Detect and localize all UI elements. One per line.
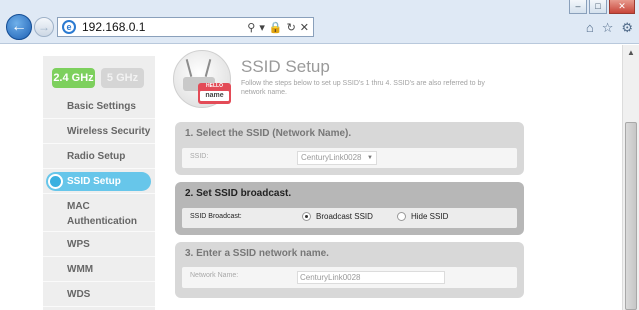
- sidebar-item-radio-setup[interactable]: Radio Setup: [43, 144, 155, 169]
- field-label: Network Name:: [190, 272, 239, 279]
- section-heading: 2. Set SSID broadcast.: [185, 188, 292, 199]
- forward-button[interactable]: →: [34, 17, 54, 37]
- browser-toolbar: – □ ✕ ← → e 192.168.0.1 ⚲ ▾ 🔒 ↻ ✕ ⌂ ☆ ⚙: [0, 0, 639, 44]
- hide-ssid-radio[interactable]: Hide SSID: [397, 212, 448, 221]
- sidebar-item-label: MAC Authentication: [67, 201, 137, 227]
- sidebar: 2.4 GHz 5 GHz Basic Settings Wireless Se…: [43, 56, 155, 310]
- page-subtitle: Follow the steps below to set up SSID's …: [241, 80, 485, 96]
- dropdown-icon[interactable]: ▾: [259, 21, 265, 34]
- section-select-ssid: 1. Select the SSID (Network Name). SSID:…: [175, 122, 524, 175]
- router-nametag-icon: HELLO name: [173, 50, 231, 108]
- sidebar-item-label: SSID Setup: [67, 176, 121, 187]
- chevron-down-icon: ▼: [367, 155, 373, 161]
- section-heading: 1. Select the SSID (Network Name).: [185, 128, 352, 139]
- scroll-thumb[interactable]: [625, 122, 637, 310]
- back-button[interactable]: ←: [6, 14, 32, 40]
- home-icon[interactable]: ⌂: [586, 20, 594, 36]
- ssid-select[interactable]: CenturyLink0028 ▼: [297, 151, 377, 165]
- favorites-star-icon[interactable]: ☆: [602, 20, 614, 36]
- network-name-input[interactable]: CenturyLink0028: [297, 271, 445, 284]
- minimize-button[interactable]: –: [569, 0, 587, 14]
- maximize-button[interactable]: □: [589, 0, 607, 14]
- field-label: SSID Broadcast:: [190, 213, 242, 220]
- sidebar-item-wds[interactable]: WDS: [43, 282, 155, 307]
- section-ssid-broadcast: 2. Set SSID broadcast. SSID Broadcast: B…: [175, 182, 524, 235]
- vertical-scrollbar[interactable]: ▲: [622, 45, 639, 310]
- sidebar-item-label: WPS: [67, 239, 90, 250]
- sidebar-item-label: Basic Settings: [67, 101, 136, 112]
- field-label: SSID:: [190, 153, 209, 160]
- sidebar-item-label: Radio Setup: [67, 151, 126, 162]
- address-bar[interactable]: e 192.168.0.1 ⚲ ▾ 🔒 ↻ ✕: [57, 17, 314, 37]
- section-network-name: 3. Enter a SSID network name. Network Na…: [175, 242, 524, 298]
- hello-name-tag-icon: HELLO name: [198, 83, 231, 104]
- address-text[interactable]: 192.168.0.1: [82, 20, 247, 34]
- radio-selected-icon[interactable]: [302, 212, 311, 221]
- sidebar-item-label: WMM: [67, 264, 94, 275]
- refresh-icon[interactable]: ↻: [287, 21, 296, 34]
- lock-icon[interactable]: 🔒: [269, 21, 283, 34]
- active-indicator-icon: [48, 174, 63, 189]
- page-content: 2.4 GHz 5 GHz Basic Settings Wireless Se…: [0, 45, 622, 310]
- band-tab-5ghz[interactable]: 5 GHz: [101, 68, 144, 88]
- settings-gear-icon[interactable]: ⚙: [621, 20, 633, 36]
- window-controls: – □ ✕: [569, 0, 635, 14]
- page-title: SSID Setup: [241, 57, 330, 76]
- band-tab-2-4ghz[interactable]: 2.4 GHz: [52, 68, 95, 88]
- sidebar-item-ssid-setup[interactable]: SSID Setup: [43, 169, 155, 194]
- radio-unselected-icon[interactable]: [397, 212, 406, 221]
- sidebar-item-label: Wireless Security: [67, 126, 151, 137]
- sidebar-item-basic-settings[interactable]: Basic Settings: [43, 94, 155, 119]
- sidebar-item-wireless-security[interactable]: Wireless Security: [43, 119, 155, 144]
- scroll-up-icon[interactable]: ▲: [623, 45, 639, 60]
- sidebar-item-wmm[interactable]: WMM: [43, 257, 155, 282]
- stop-icon[interactable]: ✕: [300, 21, 309, 34]
- sidebar-item-wps[interactable]: WPS: [43, 232, 155, 257]
- broadcast-ssid-radio[interactable]: Broadcast SSID: [302, 212, 373, 221]
- ie-icon: e: [62, 20, 76, 34]
- close-button[interactable]: ✕: [609, 0, 635, 14]
- sidebar-item-label: WDS: [67, 289, 91, 300]
- band-tabs: 2.4 GHz 5 GHz: [43, 56, 155, 94]
- sidebar-item-mac-authentication[interactable]: MAC Authentication: [43, 194, 155, 232]
- section-heading: 3. Enter a SSID network name.: [185, 248, 329, 259]
- search-icon[interactable]: ⚲: [247, 21, 255, 34]
